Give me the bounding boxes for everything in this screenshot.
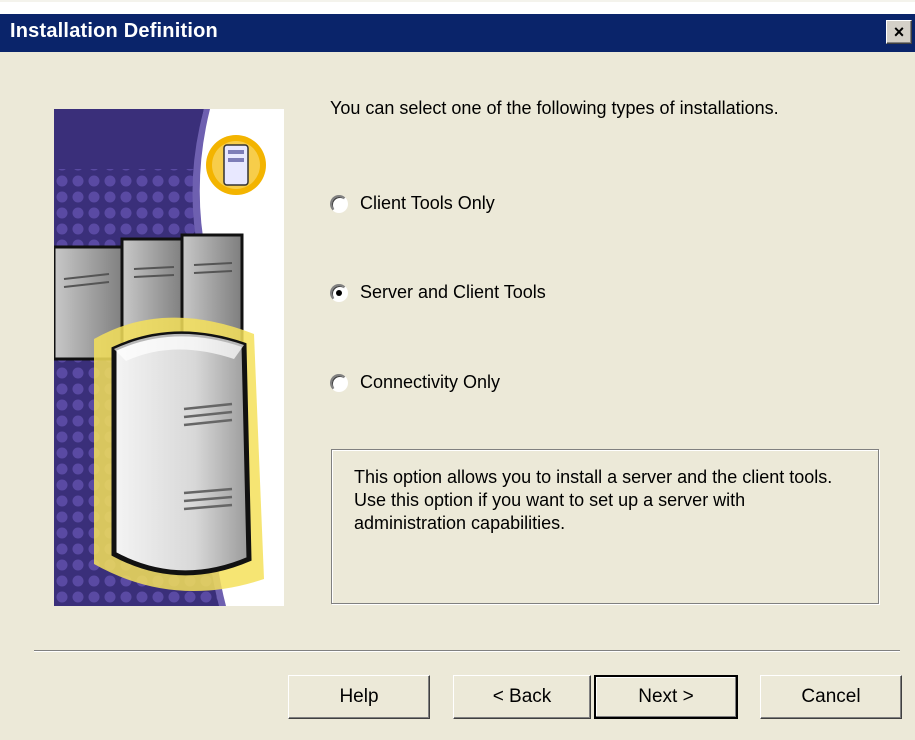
option-client-tools-only[interactable]: Client Tools Only (330, 193, 495, 214)
option-connectivity-only[interactable]: Connectivity Only (330, 372, 500, 393)
close-icon: × (893, 22, 905, 42)
back-button[interactable]: < Back (453, 675, 591, 719)
window-top-edge (0, 2, 915, 14)
title-bar[interactable]: Installation Definition × (0, 14, 915, 52)
footer-separator (34, 650, 900, 652)
option-label: Server and Client Tools (360, 282, 546, 302)
option-description: This option allows you to install a serv… (331, 449, 879, 604)
window-title: Installation Definition (10, 20, 218, 42)
close-button[interactable]: × (886, 20, 912, 44)
radio-button[interactable] (330, 373, 348, 392)
installation-dialog: Installation Definition × You can select… (0, 0, 915, 740)
option-label: Client Tools Only (360, 193, 495, 213)
description-text: This option allows you to install a serv… (354, 467, 833, 533)
next-button[interactable]: Next > (594, 675, 738, 719)
selected-dot (336, 289, 342, 296)
option-server-and-client-tools[interactable]: Server and Client Tools (330, 282, 546, 303)
radio-button-selected[interactable] (330, 283, 348, 302)
help-button[interactable]: Help (288, 675, 430, 719)
cancel-button[interactable]: Cancel (760, 675, 902, 719)
option-label: Connectivity Only (360, 372, 501, 392)
instructions-text: You can select one of the following type… (330, 98, 779, 118)
radio-button[interactable] (330, 194, 348, 213)
server-illustration (54, 109, 284, 606)
